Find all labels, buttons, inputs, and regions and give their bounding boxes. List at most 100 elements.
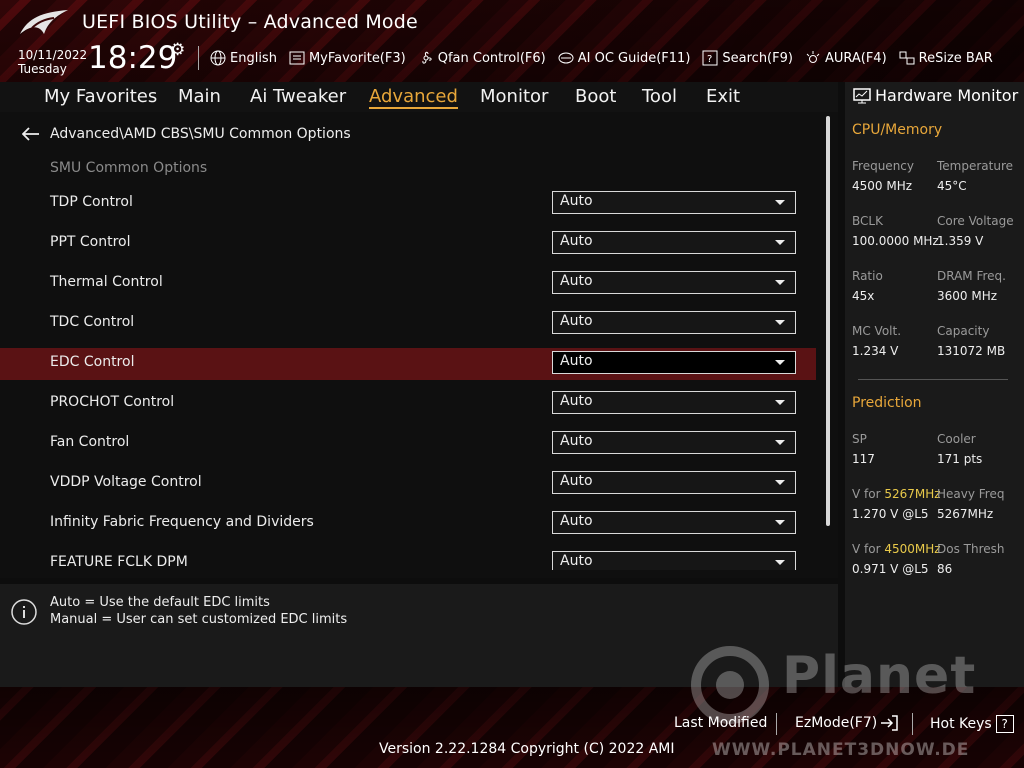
hw-divider bbox=[858, 379, 1008, 380]
v-for-label-2: V for 4500MHz bbox=[852, 542, 941, 556]
help-text-line2: Manual = User can set customized EDC lim… bbox=[50, 612, 348, 627]
monitor-icon bbox=[853, 87, 871, 103]
qfan-control-button[interactable]: Qfan Control(F6) bbox=[418, 48, 546, 68]
clock: 18:29 bbox=[88, 40, 178, 76]
tab-main[interactable]: Main bbox=[178, 86, 221, 107]
ai-oc-guide-button[interactable]: AI OC Guide(F11) bbox=[558, 48, 691, 68]
help-key-icon: ? bbox=[995, 715, 1014, 733]
setting-row-infinity-fabric[interactable]: Infinity Fabric Frequency and Dividers A… bbox=[0, 508, 816, 540]
resize-bar-icon bbox=[899, 51, 915, 65]
frequency-label: Frequency bbox=[852, 159, 914, 173]
mc-volt-label: MC Volt. bbox=[852, 324, 902, 338]
chevron-down-icon bbox=[775, 320, 785, 325]
tab-tool[interactable]: Tool bbox=[642, 86, 677, 107]
select-value: Auto bbox=[560, 273, 593, 289]
hardware-monitor: Hardware Monitor CPU/Memory Frequency 45… bbox=[845, 82, 1024, 687]
aura-icon bbox=[806, 51, 820, 63]
select-value: Auto bbox=[560, 233, 593, 249]
chevron-down-icon bbox=[775, 360, 785, 365]
exit-arrow-icon bbox=[881, 715, 898, 731]
cpu-memory-heading: CPU/Memory bbox=[852, 122, 943, 138]
capacity-value: 131072 MB bbox=[937, 344, 1006, 358]
select-value: Auto bbox=[560, 313, 593, 329]
setting-label: FEATURE FCLK DPM bbox=[50, 554, 188, 570]
search-button[interactable]: ? Search(F9) bbox=[702, 48, 793, 68]
myfavorite-button[interactable]: MyFavorite(F3) bbox=[289, 48, 406, 68]
hardware-monitor-title: Hardware Monitor bbox=[853, 86, 1018, 105]
fan-control-select[interactable]: Auto bbox=[552, 431, 796, 454]
chevron-down-icon bbox=[775, 280, 785, 285]
resize-bar-button[interactable]: ReSize BAR bbox=[899, 48, 993, 68]
v-for-value-1: 1.270 V @L5 bbox=[852, 507, 929, 521]
search-icon: ? bbox=[702, 50, 718, 66]
setting-label: Thermal Control bbox=[50, 274, 163, 290]
heavy-freq-label: Heavy Freq bbox=[937, 487, 1005, 501]
setting-label: PPT Control bbox=[50, 234, 131, 250]
select-value: Auto bbox=[560, 353, 593, 369]
tab-ai-tweaker[interactable]: Ai Tweaker bbox=[250, 86, 346, 107]
infinity-fabric-select[interactable]: Auto bbox=[552, 511, 796, 534]
aura-button[interactable]: AURA(F4) bbox=[805, 48, 887, 68]
sp-label: SP bbox=[852, 432, 867, 446]
date-display: 10/11/2022 Tuesday bbox=[18, 48, 87, 76]
tdc-control-select[interactable]: Auto bbox=[552, 311, 796, 334]
thermal-control-select[interactable]: Auto bbox=[552, 271, 796, 294]
chevron-down-icon bbox=[775, 560, 785, 565]
top-bar: UEFI BIOS Utility – Advanced Mode 10/11/… bbox=[0, 0, 1024, 82]
chevron-down-icon bbox=[775, 520, 785, 525]
clock-settings-icon[interactable]: ⚙ bbox=[170, 40, 185, 60]
setting-row-fan-control[interactable]: Fan Control Auto bbox=[0, 428, 816, 460]
qfan-control-label: Qfan Control(F6) bbox=[437, 50, 546, 66]
v-for-text: V for bbox=[852, 487, 881, 501]
ezmode-label: EzMode(F7) bbox=[795, 715, 878, 731]
tab-my-favorites[interactable]: My Favorites bbox=[44, 86, 157, 107]
vddp-voltage-control-select[interactable]: Auto bbox=[552, 471, 796, 494]
setting-row-vddp-voltage-control[interactable]: VDDP Voltage Control Auto bbox=[0, 468, 816, 500]
hardware-monitor-label: Hardware Monitor bbox=[875, 86, 1019, 105]
v-for-value-2: 0.971 V @L5 bbox=[852, 562, 929, 576]
temperature-value: 45°C bbox=[937, 179, 967, 193]
setting-row-edc-control[interactable]: EDC Control Auto bbox=[0, 348, 816, 380]
help-text-line1: Auto = Use the default EDC limits bbox=[50, 595, 270, 610]
chevron-down-icon bbox=[775, 240, 785, 245]
select-value: Auto bbox=[560, 513, 593, 529]
select-value: Auto bbox=[560, 473, 593, 489]
tab-exit[interactable]: Exit bbox=[706, 86, 740, 107]
setting-label: Fan Control bbox=[50, 434, 130, 450]
tab-advanced[interactable]: Advanced bbox=[369, 86, 458, 109]
prochot-control-select[interactable]: Auto bbox=[552, 391, 796, 414]
setting-row-ppt-control[interactable]: PPT Control Auto bbox=[0, 228, 816, 260]
capacity-label: Capacity bbox=[937, 324, 990, 338]
language-button[interactable]: English bbox=[210, 48, 277, 68]
hot-keys-button[interactable]: Hot Keys ? bbox=[930, 715, 1014, 733]
select-value: Auto bbox=[560, 393, 593, 409]
edc-control-select[interactable]: Auto bbox=[552, 351, 796, 374]
watermark-brand: Planet bbox=[782, 646, 977, 706]
setting-row-thermal-control[interactable]: Thermal Control Auto bbox=[0, 268, 816, 300]
chevron-down-icon bbox=[775, 200, 785, 205]
dos-thresh-value: 86 bbox=[937, 562, 953, 576]
day-text: Tuesday bbox=[18, 62, 67, 76]
setting-row-tdc-control[interactable]: TDC Control Auto bbox=[0, 308, 816, 340]
ai-oc-guide-label: AI OC Guide(F11) bbox=[577, 50, 691, 66]
back-arrow-icon[interactable] bbox=[22, 127, 40, 141]
setting-row-tdp-control[interactable]: TDP Control Auto bbox=[0, 188, 816, 220]
info-icon bbox=[11, 599, 37, 625]
ezmode-button[interactable]: EzMode(F7) bbox=[795, 715, 898, 731]
settings-scrollbar[interactable] bbox=[826, 116, 830, 526]
main-nav: My Favorites Main Ai Tweaker Advanced Mo… bbox=[0, 82, 838, 112]
last-modified-button[interactable]: Last Modified bbox=[674, 715, 767, 731]
setting-row-prochot-control[interactable]: PROCHOT Control Auto bbox=[0, 388, 816, 420]
tdp-control-select[interactable]: Auto bbox=[552, 191, 796, 214]
setting-label: VDDP Voltage Control bbox=[50, 474, 202, 490]
app-title: UEFI BIOS Utility – Advanced Mode bbox=[82, 11, 418, 33]
footer-divider bbox=[776, 713, 777, 735]
footer-divider bbox=[912, 713, 913, 735]
ratio-value: 45x bbox=[852, 289, 875, 303]
ratio-label: Ratio bbox=[852, 269, 883, 283]
help-panel: Auto = Use the default EDC limits Manual… bbox=[0, 584, 838, 687]
svg-text:?: ? bbox=[707, 54, 712, 65]
tab-boot[interactable]: Boot bbox=[575, 86, 616, 107]
tab-monitor[interactable]: Monitor bbox=[480, 86, 548, 107]
ppt-control-select[interactable]: Auto bbox=[552, 231, 796, 254]
